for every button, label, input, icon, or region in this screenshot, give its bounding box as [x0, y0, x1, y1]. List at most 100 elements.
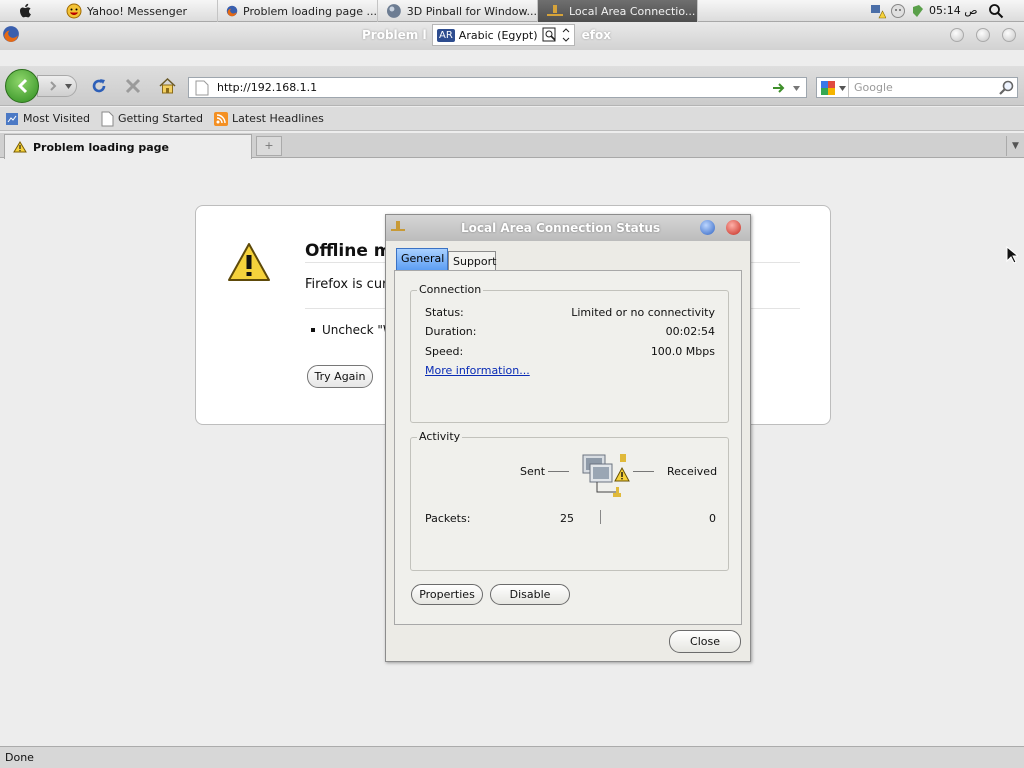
- connection-group: Connection Status: Limited or no connect…: [410, 283, 729, 423]
- sent-label: Sent: [520, 465, 546, 478]
- go-arrow-icon[interactable]: [772, 82, 786, 94]
- language-label: Arabic (Egypt): [458, 28, 538, 42]
- bookmark-latest-headlines[interactable]: Latest Headlines: [214, 111, 324, 126]
- tab-strip: Problem loading page + ▼: [0, 133, 1024, 159]
- firefox-app-icon[interactable]: [2, 25, 20, 43]
- page-icon: [101, 111, 114, 126]
- apple-icon[interactable]: [18, 3, 34, 19]
- taskbar-item-label: Yahoo! Messenger: [87, 4, 188, 18]
- engine-dropdown-icon: [839, 86, 846, 91]
- speed-label: Speed:: [425, 345, 464, 358]
- new-tab-button[interactable]: +: [256, 136, 282, 156]
- tab-label: Problem loading page: [33, 140, 170, 154]
- tab-support[interactable]: Support: [448, 251, 496, 270]
- status-bar: Done: [0, 746, 1024, 768]
- help-query-icon: [542, 27, 556, 42]
- search-placeholder: Google: [854, 81, 893, 94]
- tab-list-button[interactable]: ▼: [1006, 136, 1024, 156]
- url-text: http://192.168.1.1: [217, 81, 318, 94]
- close-dialog-button[interactable]: [726, 220, 741, 235]
- reload-icon[interactable]: [90, 77, 108, 95]
- google-icon: [821, 81, 835, 95]
- stop-icon[interactable]: [124, 77, 142, 95]
- help-button[interactable]: [700, 220, 715, 235]
- chevron-down-icon: [562, 28, 569, 42]
- network-activity-icon: [580, 451, 632, 501]
- network-warning-icon[interactable]: [870, 3, 886, 19]
- connection-status-dialog: Local Area Connection Status General Sup…: [385, 214, 751, 662]
- general-panel: Connection Status: Limited or no connect…: [394, 270, 742, 625]
- speed-value: 100.0 Mbps: [650, 345, 715, 358]
- minimize-button[interactable]: [950, 28, 964, 42]
- bookmark-getting-started[interactable]: Getting Started: [101, 111, 203, 127]
- connection-group-label: Connection: [417, 283, 484, 296]
- most-visited-icon: [6, 112, 18, 125]
- forward-button[interactable]: [37, 75, 77, 97]
- close-button[interactable]: Close: [669, 630, 741, 653]
- home-icon[interactable]: [159, 78, 176, 94]
- navigation-toolbar: http://192.168.1.1 Google: [0, 66, 1024, 106]
- messenger-tray-icon[interactable]: [890, 3, 906, 19]
- network-icon: [391, 221, 405, 231]
- status-label: Status:: [425, 306, 464, 319]
- system-menubar: Yahoo! Messenger Problem loading page ..…: [0, 0, 1024, 22]
- search-icon[interactable]: [988, 3, 1004, 19]
- activity-group-label: Activity: [417, 430, 463, 443]
- sent-line: [548, 471, 569, 472]
- window-titlebar: Problem l efox AR Arabic (Egypt): [0, 22, 1024, 50]
- received-label: Received: [667, 465, 718, 478]
- tab-problem-loading[interactable]: Problem loading page: [4, 134, 252, 159]
- url-dropdown-icon[interactable]: [793, 86, 800, 91]
- error-instruction: Uncheck "W: [322, 323, 395, 337]
- page-icon: [195, 80, 209, 96]
- taskbar-item-network[interactable]: Local Area Connectio...: [538, 0, 698, 22]
- disable-button[interactable]: Disable: [490, 584, 570, 605]
- language-badge: AR: [437, 28, 455, 42]
- dialog-titlebar[interactable]: Local Area Connection Status: [386, 215, 750, 241]
- status-text: Done: [5, 751, 34, 764]
- taskbar-item-label: 3D Pinball for Window...: [406, 4, 537, 18]
- duration-value: 00:02:54: [665, 325, 715, 338]
- received-line: [633, 471, 654, 472]
- back-arrow-icon: [17, 78, 28, 94]
- packets-sent: 25: [560, 512, 574, 525]
- dropdown-icon: [65, 84, 72, 89]
- firefox-icon: [226, 5, 238, 17]
- large-warning-icon: [227, 242, 271, 282]
- close-window-button[interactable]: [1002, 28, 1016, 42]
- bookmark-most-visited[interactable]: Most Visited: [5, 112, 90, 126]
- system-tray: [870, 3, 926, 19]
- smiley-icon: [66, 3, 82, 19]
- search-engine-selector[interactable]: [817, 78, 849, 97]
- back-button[interactable]: [5, 69, 39, 103]
- packets-label: Packets:: [425, 512, 471, 525]
- pinball-icon: [386, 4, 401, 18]
- duration-label: Duration:: [425, 325, 477, 338]
- try-again-button[interactable]: Try Again: [307, 365, 373, 388]
- security-tray-icon[interactable]: [910, 3, 926, 19]
- url-bar[interactable]: http://192.168.1.1: [188, 77, 807, 98]
- language-indicator[interactable]: AR Arabic (Egypt): [432, 24, 575, 46]
- rss-icon: [214, 111, 228, 126]
- bullet-marker: [311, 328, 315, 332]
- packets-divider: [600, 510, 601, 524]
- forward-arrow-icon: [50, 81, 57, 91]
- packets-received: 0: [709, 512, 716, 525]
- taskbar-item-label: Problem loading page ...: [243, 4, 377, 18]
- tab-general[interactable]: General: [396, 248, 448, 270]
- taskbar-item-yahoo[interactable]: Yahoo! Messenger: [58, 0, 218, 22]
- activity-group: Activity Sent Received Packets: 25 0: [410, 430, 729, 571]
- zoom-button[interactable]: [976, 28, 990, 42]
- taskbar-item-firefox[interactable]: Problem loading page ...: [218, 0, 378, 22]
- taskbar-item-pinball[interactable]: 3D Pinball for Window...: [378, 0, 538, 22]
- magnifier-icon[interactable]: [999, 80, 1015, 96]
- dialog-title: Local Area Connection Status: [461, 221, 661, 235]
- more-information-link[interactable]: More information...: [425, 364, 530, 377]
- network-icon: [547, 5, 563, 16]
- taskbar-item-label: Local Area Connectio...: [569, 4, 696, 18]
- status-value: Limited or no connectivity: [571, 306, 715, 319]
- error-description: Firefox is curr: [305, 277, 393, 292]
- properties-button[interactable]: Properties: [411, 584, 483, 605]
- error-title: Offline m: [305, 241, 392, 261]
- search-bar[interactable]: Google: [816, 77, 1018, 98]
